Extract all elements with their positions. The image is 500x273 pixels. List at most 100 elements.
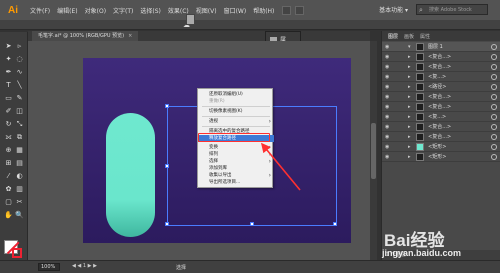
paintbrush-icon[interactable]: ✎ xyxy=(15,94,24,103)
expand-chevron-icon[interactable]: ▸ xyxy=(408,112,411,122)
layer-target-icon[interactable] xyxy=(491,54,497,60)
ctx-add-to-library[interactable]: 添加到库 xyxy=(198,165,274,172)
layer-row-top[interactable]: ◉ ▾ 图层 1 xyxy=(382,42,500,52)
visibility-eye-icon[interactable]: ◉ xyxy=(385,54,392,60)
artboard-tool-icon[interactable]: ▢ xyxy=(4,198,13,207)
zoom-level-field[interactable]: 100% xyxy=(38,263,60,271)
menu-window[interactable]: 窗口(W) xyxy=(224,6,247,15)
menu-edit[interactable]: 编辑(E) xyxy=(57,6,77,15)
tab-artboards[interactable]: 画板 xyxy=(404,33,414,40)
layer-target-icon[interactable] xyxy=(491,154,497,160)
line-tool-icon[interactable]: ╲ xyxy=(15,81,24,90)
mesh-tool-icon[interactable]: ⊞ xyxy=(4,159,13,168)
tab-layers[interactable]: 图层 xyxy=(388,33,398,40)
rotate-tool-icon[interactable]: ↻ xyxy=(4,120,13,129)
curvature-tool-icon[interactable]: ∿ xyxy=(15,68,24,77)
visibility-eye-icon[interactable]: ◉ xyxy=(385,74,392,80)
ctx-transform[interactable]: 变换 xyxy=(198,144,274,151)
layer-row[interactable]: ◉ ▸ <路径> xyxy=(382,82,500,92)
visibility-eye-icon[interactable]: ◉ xyxy=(385,44,392,50)
layer-target-icon[interactable] xyxy=(491,144,497,150)
libraries-icon[interactable] xyxy=(186,14,195,25)
layer-target-icon[interactable] xyxy=(491,74,497,80)
visibility-eye-icon[interactable]: ◉ xyxy=(385,134,392,140)
scale-tool-icon[interactable]: ⤡ xyxy=(15,120,24,129)
layer-target-icon[interactable] xyxy=(491,44,497,50)
layer-target-icon[interactable] xyxy=(491,94,497,100)
selection-handle[interactable] xyxy=(165,104,169,108)
visibility-eye-icon[interactable]: ◉ xyxy=(385,154,392,160)
blend-tool-icon[interactable]: ◐ xyxy=(15,172,24,181)
layer-row[interactable]: ◉ ▸ <复合...> xyxy=(382,132,500,142)
expand-chevron-icon[interactable]: ▸ xyxy=(408,122,411,132)
visibility-eye-icon[interactable]: ◉ xyxy=(385,124,392,130)
arrange-docs-icon[interactable] xyxy=(295,5,305,15)
menu-type[interactable]: 文字(T) xyxy=(113,6,133,15)
visibility-eye-icon[interactable]: ◉ xyxy=(385,114,392,120)
teal-capsule-shape[interactable] xyxy=(106,113,155,237)
menu-object[interactable]: 对象(O) xyxy=(85,6,106,15)
layer-target-icon[interactable] xyxy=(491,134,497,140)
visibility-eye-icon[interactable]: ◉ xyxy=(385,94,392,100)
expand-chevron-icon[interactable]: ▸ xyxy=(408,152,411,162)
eyedropper-icon[interactable]: ⁄ xyxy=(4,172,13,181)
menu-help[interactable]: 帮助(H) xyxy=(253,6,274,15)
shape-builder-icon[interactable]: ⊕ xyxy=(4,146,13,155)
expand-chevron-icon[interactable]: ▸ xyxy=(408,62,411,72)
type-tool-icon[interactable]: T xyxy=(4,81,13,90)
tab-properties[interactable]: 属性 xyxy=(420,33,430,40)
ctx-arrange[interactable]: 排列 xyxy=(198,151,274,158)
layer-target-icon[interactable] xyxy=(491,124,497,130)
bridge-icon[interactable] xyxy=(282,5,292,15)
direct-selection-tool-icon[interactable]: ▹ xyxy=(15,42,24,51)
expand-chevron-icon[interactable]: ▸ xyxy=(408,102,411,112)
expand-chevron-icon[interactable]: ▸ xyxy=(408,92,411,102)
visibility-eye-icon[interactable]: ◉ xyxy=(385,84,392,90)
gradient-tool-icon[interactable]: ▤ xyxy=(15,159,24,168)
menu-select[interactable]: 选择(S) xyxy=(140,6,161,15)
hand-tool-icon[interactable]: ✋ xyxy=(4,211,13,220)
magic-wand-icon[interactable]: ✦ xyxy=(4,55,13,64)
close-icon[interactable]: × xyxy=(128,33,132,39)
document-tab[interactable]: 毛笔字.ai* @ 100% (RGB/GPU 预览) × xyxy=(32,31,139,41)
ctx-export-selection[interactable]: 导出所选项目... xyxy=(198,179,274,186)
shaper-tool-icon[interactable]: ✐ xyxy=(4,107,13,116)
layer-row[interactable]: ◉ ▸ <复合...> xyxy=(382,62,500,72)
layer-row[interactable]: ◉ ▸ <复...> xyxy=(382,72,500,82)
stroke-swatch[interactable] xyxy=(12,248,22,258)
ctx-redo[interactable]: 重做(R) xyxy=(198,98,274,105)
workspace-switcher[interactable]: 基本功能 ▾ xyxy=(379,5,408,14)
selection-tool-icon[interactable]: ➤ xyxy=(4,42,13,51)
expand-chevron-icon[interactable]: ▸ xyxy=(408,72,411,82)
menu-view[interactable]: 视图(V) xyxy=(196,6,217,15)
layer-row[interactable]: ◉ ▸ <矩形> xyxy=(382,142,500,152)
visibility-eye-icon[interactable]: ◉ xyxy=(385,104,392,110)
layer-row[interactable]: ◉ ▸ <复合...> xyxy=(382,102,500,112)
expand-chevron-icon[interactable]: ▸ xyxy=(408,132,411,142)
stock-search-input[interactable]: 搜索 Adobe Stock xyxy=(416,4,488,15)
selection-handle[interactable] xyxy=(333,222,337,226)
rectangle-tool-icon[interactable]: ▭ xyxy=(4,94,13,103)
width-tool-icon[interactable]: ⟗ xyxy=(4,133,13,142)
ctx-perspective[interactable]: 透视 xyxy=(198,118,274,125)
slice-tool-icon[interactable]: ✂ xyxy=(15,198,24,207)
scrollbar-thumb[interactable] xyxy=(371,123,376,179)
layer-row[interactable]: ◉ ▸ <复合...> xyxy=(382,52,500,62)
expand-chevron-icon[interactable]: ▸ xyxy=(408,142,411,152)
selection-handle[interactable] xyxy=(250,222,254,226)
graph-tool-icon[interactable]: ▥ xyxy=(15,185,24,194)
ctx-undo-ungroup[interactable]: 还原取消编组(U) xyxy=(198,91,274,98)
selection-handle[interactable] xyxy=(165,164,169,168)
layer-target-icon[interactable] xyxy=(491,84,497,90)
ctx-select[interactable]: 选择 xyxy=(198,158,274,165)
ctx-toggle-pixel-view[interactable]: 切换像素视图(K) xyxy=(198,108,274,115)
layer-target-icon[interactable] xyxy=(491,114,497,120)
pen-tool-icon[interactable]: ✒ xyxy=(4,68,13,77)
eraser-icon[interactable]: ◫ xyxy=(15,107,24,116)
artboard-navigator[interactable]: ◀ ◀ 1 ▶ ▶ xyxy=(72,263,97,269)
expand-chevron-icon[interactable]: ▸ xyxy=(408,82,411,92)
symbol-sprayer-icon[interactable]: ✿ xyxy=(4,185,13,194)
layer-row[interactable]: ◉ ▸ <复合...> xyxy=(382,92,500,102)
lasso-icon[interactable]: ◌ xyxy=(15,55,24,64)
selection-handle[interactable] xyxy=(165,222,169,226)
